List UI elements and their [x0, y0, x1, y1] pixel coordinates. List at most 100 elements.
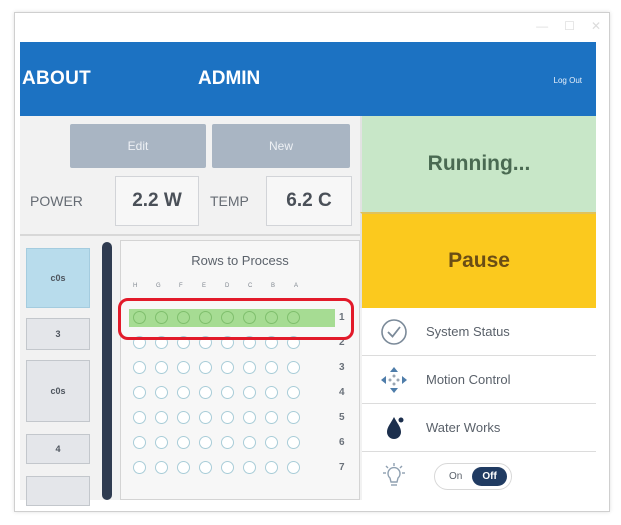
row-number: 5 [339, 412, 345, 423]
row-cell-circle[interactable] [155, 411, 168, 424]
rows-to-process-panel: Rows to Process H G F E D C B A 1234567 [120, 240, 360, 500]
process-row[interactable] [133, 361, 309, 374]
menu-label: Water Works [426, 420, 501, 435]
row-cell-circle[interactable] [177, 361, 190, 374]
row-cell-circle[interactable] [133, 386, 146, 399]
row-cell-circle[interactable] [287, 461, 300, 474]
column-letter: B [271, 283, 276, 289]
move-arrows-icon [362, 356, 426, 404]
row-cell-circle[interactable] [199, 386, 212, 399]
process-row[interactable] [133, 386, 309, 399]
row-cell-circle[interactable] [265, 386, 278, 399]
row-cell-circle[interactable] [133, 361, 146, 374]
slot-button-4[interactable]: 4 [26, 434, 90, 464]
row-cell-circle[interactable] [155, 436, 168, 449]
minimize-button[interactable]: — [536, 19, 548, 39]
row-cell-circle[interactable] [287, 361, 300, 374]
row-cell-circle[interactable] [243, 461, 256, 474]
window-controls: — ☐ ✕ [536, 19, 601, 39]
column-letter: F [179, 283, 183, 289]
row-number: 4 [339, 387, 345, 398]
main-area: Edit New POWER 2.2 W TEMP 6.2 C c0s 3 c0… [20, 116, 596, 506]
row-cell-circle[interactable] [265, 436, 278, 449]
top-nav-bar: ABOUT ADMIN Log Out [20, 42, 596, 116]
column-letters: H G F E D C B A [133, 283, 317, 289]
menu-water-works[interactable]: Water Works [362, 404, 596, 452]
column-letter: A [294, 283, 299, 289]
light-bulb-icon [362, 452, 426, 500]
column-letter: C [248, 283, 253, 289]
row-cell-circle[interactable] [265, 461, 278, 474]
row-number: 3 [339, 362, 345, 373]
row-cell-circle[interactable] [243, 411, 256, 424]
menu-label: Motion Control [426, 372, 511, 387]
maximize-button[interactable]: ☐ [564, 19, 575, 39]
running-status: Running... [360, 116, 596, 212]
slot-button-3[interactable]: c0s [26, 360, 90, 422]
menu-system-status[interactable]: System Status [362, 308, 596, 356]
nav-admin[interactable]: ADMIN [198, 68, 260, 90]
row-cell-circle[interactable] [199, 411, 212, 424]
row-cell-circle[interactable] [243, 386, 256, 399]
row-cell-circle[interactable] [177, 411, 190, 424]
slot-button-1[interactable]: c0s [26, 248, 90, 308]
row-cell-circle[interactable] [287, 411, 300, 424]
menu-motion-control[interactable]: Motion Control [362, 356, 596, 404]
row-cell-circle[interactable] [155, 361, 168, 374]
slot-button-2[interactable]: 3 [26, 318, 90, 350]
menu-label: System Status [426, 324, 510, 339]
row-cell-circle[interactable] [265, 411, 278, 424]
row-cell-circle[interactable] [221, 386, 234, 399]
rows-panel-title: Rows to Process [191, 253, 289, 268]
row-cell-circle[interactable] [177, 436, 190, 449]
slot-button-5[interactable] [26, 476, 90, 506]
water-drop-icon [362, 404, 426, 452]
row-cell-circle[interactable] [199, 436, 212, 449]
column-letter: H [133, 283, 138, 289]
row-cell-circle[interactable] [243, 361, 256, 374]
edit-button[interactable]: Edit [70, 124, 206, 168]
row-cell-circle[interactable] [287, 436, 300, 449]
process-row[interactable] [133, 461, 309, 474]
column-letter: D [225, 283, 230, 289]
row-cell-circle[interactable] [155, 386, 168, 399]
toggle-off-option[interactable]: Off [472, 466, 507, 486]
row-cell-circle[interactable] [287, 386, 300, 399]
row-cell-circle[interactable] [221, 461, 234, 474]
row-cell-circle[interactable] [133, 411, 146, 424]
menu-lighting: On Off [362, 452, 596, 500]
new-button[interactable]: New [212, 124, 350, 168]
row-cell-circle[interactable] [221, 361, 234, 374]
row-cell-circle[interactable] [133, 461, 146, 474]
pause-button[interactable]: Pause [360, 212, 596, 308]
row-cell-circle[interactable] [199, 361, 212, 374]
slot-list: c0s 3 c0s 4 [20, 240, 96, 506]
row-cell-circle[interactable] [155, 461, 168, 474]
row-cell-circle[interactable] [199, 461, 212, 474]
power-label: POWER [30, 193, 83, 209]
side-menu: System Status Motion Control Water Works… [362, 308, 596, 500]
process-row[interactable] [133, 411, 309, 424]
close-button[interactable]: ✕ [591, 19, 601, 39]
lighting-toggle[interactable]: On Off [434, 462, 512, 490]
toggle-on-option[interactable]: On [449, 471, 462, 482]
power-value: 2.2 W [115, 176, 199, 226]
row-cell-circle[interactable] [243, 436, 256, 449]
process-row[interactable] [133, 436, 309, 449]
row-number: 7 [339, 462, 345, 473]
row-cell-circle[interactable] [221, 411, 234, 424]
column-letter: E [202, 283, 207, 289]
row-cell-circle[interactable] [133, 436, 146, 449]
check-circle-icon [362, 308, 426, 356]
row-cell-circle[interactable] [221, 436, 234, 449]
column-letter: G [156, 283, 161, 289]
row-cell-circle[interactable] [177, 386, 190, 399]
nav-about[interactable]: ABOUT [22, 68, 91, 90]
temp-value: 6.2 C [266, 176, 352, 226]
temp-label: TEMP [210, 193, 249, 209]
row-cell-circle[interactable] [177, 461, 190, 474]
logout-link[interactable]: Log Out [554, 76, 582, 85]
row-1-callout [118, 298, 354, 340]
scrollbar[interactable] [102, 242, 112, 500]
row-cell-circle[interactable] [265, 361, 278, 374]
